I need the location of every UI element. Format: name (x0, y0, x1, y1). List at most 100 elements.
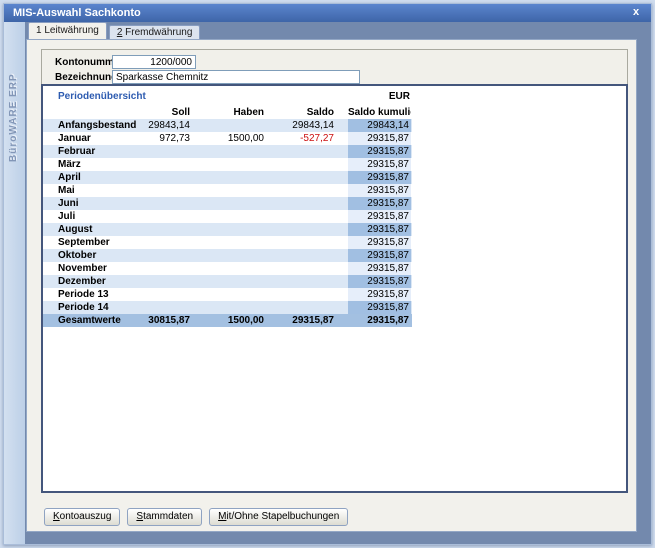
cell-kum: 29315,87 (348, 197, 411, 210)
cell-label: April (58, 171, 139, 184)
cell-haben (190, 210, 264, 223)
bezeichnung-row: Bezeichnung (55, 70, 621, 84)
cell-soll (139, 197, 190, 210)
cell-kum: 29843,14 (348, 119, 411, 132)
cell-haben (190, 158, 264, 171)
period-table-body: Anfangsbestand29843,1429843,1429843,14Ja… (43, 119, 626, 327)
cell-gap (334, 132, 348, 145)
cell-saldo (264, 236, 334, 249)
cell-label: Periode 13 (58, 288, 139, 301)
table-row[interactable]: Dezember29315,87 (43, 275, 412, 288)
cell-saldo: 29843,14 (264, 119, 334, 132)
currency-label: EUR (347, 91, 410, 102)
cell-gap (334, 210, 348, 223)
kontonummer-label: Kontonummer (55, 57, 112, 68)
cell-kum: 29315,87 (348, 158, 411, 171)
brand-strip: BüroWARE ERP (4, 22, 25, 544)
table-row[interactable]: Juni29315,87 (43, 197, 412, 210)
close-icon[interactable]: x (629, 4, 643, 22)
cell-kum: 29315,87 (348, 314, 411, 327)
button-label: Mit/Ohne Stapelbuchungen (218, 509, 339, 525)
stammdaten-button[interactable]: Stammdaten (127, 508, 202, 526)
cell-haben (190, 288, 264, 301)
cell-gap (334, 184, 348, 197)
cell-soll (139, 288, 190, 301)
cell-saldo (264, 275, 334, 288)
cell-haben (190, 197, 264, 210)
tab-fremdwaehrung[interactable]: 2 Fremdwährung (109, 25, 201, 39)
cell-saldo (264, 171, 334, 184)
cell-kum: 29315,87 (348, 249, 411, 262)
cell-kum: 29315,87 (348, 171, 411, 184)
dialog-window: MIS-Auswahl Sachkonto x BüroWARE ERP 1 L… (3, 3, 652, 545)
cell-gap (334, 262, 348, 275)
cell-label: Januar (58, 132, 139, 145)
cell-soll (139, 236, 190, 249)
table-row[interactable]: Mai 29315,87 (43, 184, 412, 197)
cell-haben (190, 301, 264, 314)
table-row[interactable]: Oktober29315,87 (43, 249, 412, 262)
col-header-period (58, 106, 139, 119)
col-header-soll: Soll (139, 106, 190, 119)
button-label: Kontoauszug (53, 509, 111, 525)
cell-kum: 29315,87 (348, 275, 411, 288)
cell-kum: 29315,87 (348, 132, 411, 145)
cell-label: Mai (58, 184, 139, 197)
cell-kum: 29315,87 (348, 223, 411, 236)
kontoauszug-button[interactable]: Kontoauszug (44, 508, 120, 526)
cell-label: Juli (58, 210, 139, 223)
cell-saldo (264, 301, 334, 314)
stapelbuchungen-button[interactable]: Mit/Ohne Stapelbuchungen (209, 508, 348, 526)
brand-logo-text: BüroWARE ERP (8, 32, 19, 162)
cell-gap (334, 158, 348, 171)
table-title: Periodenübersicht (58, 91, 146, 102)
cell-soll (139, 262, 190, 275)
cell-soll (139, 275, 190, 288)
cell-label: Februar (58, 145, 139, 158)
cell-saldo: -527,27 (264, 132, 334, 145)
tab-leitwaehrung[interactable]: 1 Leitwährung (28, 22, 107, 39)
cell-gap (334, 288, 348, 301)
cell-soll (139, 184, 190, 197)
table-row[interactable]: Februar29315,87 (43, 145, 412, 158)
kontonummer-input[interactable] (112, 55, 196, 69)
cell-gap (334, 119, 348, 132)
cell-saldo (264, 262, 334, 275)
col-gap (334, 106, 348, 119)
table-row[interactable]: Januar972,731500,00-527,2729315,87 (43, 132, 412, 145)
cell-gap (334, 314, 348, 327)
table-row[interactable]: Juli29315,87 (43, 210, 412, 223)
cell-kum: 29315,87 (348, 262, 411, 275)
table-row[interactable]: Periode 1429315,87 (43, 301, 412, 314)
cell-kum: 29315,87 (348, 301, 411, 314)
cell-gap (334, 197, 348, 210)
tab-label: 2 Fremdwährung (117, 26, 193, 39)
table-row[interactable]: November29315,87 (43, 262, 412, 275)
cell-soll (139, 145, 190, 158)
cell-saldo (264, 210, 334, 223)
cell-label: Anfangsbestand (58, 119, 139, 132)
table-row[interactable]: März 29315,87 (43, 158, 412, 171)
table-row[interactable]: Periode 1329315,87 (43, 288, 412, 301)
cell-haben (190, 145, 264, 158)
cell-soll: 29843,14 (139, 119, 190, 132)
cell-saldo (264, 184, 334, 197)
cell-label: März (58, 158, 139, 171)
table-row[interactable]: August29315,87 (43, 223, 412, 236)
cell-soll (139, 223, 190, 236)
cell-kum: 29315,87 (348, 236, 411, 249)
table-row[interactable]: Anfangsbestand29843,1429843,1429843,14 (43, 119, 412, 132)
table-row[interactable]: Gesamtwerte30815,871500,0029315,8729315,… (43, 314, 412, 327)
cell-gap (334, 223, 348, 236)
bezeichnung-input[interactable] (112, 70, 360, 84)
cell-haben (190, 184, 264, 197)
cell-saldo (264, 223, 334, 236)
bezeichnung-label: Bezeichnung (55, 72, 112, 83)
cell-kum: 29315,87 (348, 184, 411, 197)
period-overview-panel: Periodenübersicht EUR Soll Haben Saldo S… (41, 84, 628, 493)
tab-bar: 1 Leitwährung 2 Fremdwährung (28, 23, 202, 39)
titlebar[interactable]: MIS-Auswahl Sachkonto x (4, 4, 651, 22)
table-row[interactable]: April 29315,87 (43, 171, 412, 184)
cell-haben (190, 275, 264, 288)
table-row[interactable]: September29315,87 (43, 236, 412, 249)
